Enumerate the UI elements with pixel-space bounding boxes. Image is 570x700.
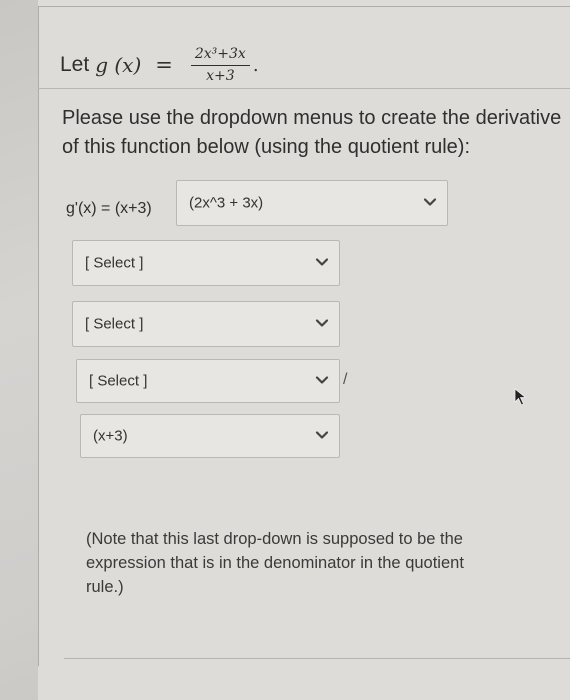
equation-fraction: 2x³+3x x+3 xyxy=(190,46,250,85)
numerator-dropdown[interactable]: (2x^3 + 3x) xyxy=(176,180,448,226)
dropdown-value: (x+3) xyxy=(93,427,128,445)
fraction-denominator: x+3 xyxy=(206,67,235,84)
term-dropdown-3[interactable]: [ Select ] xyxy=(76,359,340,403)
chevron-down-icon xyxy=(315,431,329,441)
mouse-pointer-icon xyxy=(514,388,530,411)
chevron-down-icon xyxy=(423,198,437,208)
panel-top-border xyxy=(38,6,570,7)
dropdown-value: [ Select ] xyxy=(85,315,144,333)
term-dropdown-1[interactable]: [ Select ] xyxy=(72,240,340,286)
equation-equals: = xyxy=(155,53,173,77)
division-slash: / xyxy=(343,371,348,388)
equation-function: g (x) xyxy=(95,53,142,77)
function-equation: Let g (x) = 2x³+3x x+3 . xyxy=(60,40,259,90)
derivative-label: g'(x) = (x+3) xyxy=(66,200,152,217)
instructions-line-1: Please use the dropdown menus to create … xyxy=(62,107,562,129)
dropdown-value: [ Select ] xyxy=(85,254,144,272)
note-text: (Note that this last drop-down is suppos… xyxy=(86,527,526,599)
denominator-dropdown[interactable]: (x+3) xyxy=(80,414,340,458)
instructions-text: Please use the dropdown menus to create … xyxy=(62,104,570,162)
dropdown-value: [ Select ] xyxy=(89,372,148,390)
note-line-1: (Note that this last drop-down is suppos… xyxy=(86,530,463,548)
panel-left-border xyxy=(38,6,39,666)
instructions-line-2: of this function below (using the quotie… xyxy=(62,136,471,158)
equation-prefix: Let xyxy=(60,53,90,76)
dropdown-value: (2x^3 + 3x) xyxy=(189,194,264,212)
fraction-numerator: 2x³+3x xyxy=(190,46,250,66)
note-line-3: rule.) xyxy=(86,578,124,596)
chevron-down-icon xyxy=(315,376,329,386)
equation-period: . xyxy=(252,55,259,76)
term-dropdown-2[interactable]: [ Select ] xyxy=(72,301,340,347)
panel-bottom-border xyxy=(64,658,570,659)
chevron-down-icon xyxy=(315,319,329,329)
note-line-2: expression that is in the denominator in… xyxy=(86,554,464,572)
chevron-down-icon xyxy=(315,258,329,268)
section-divider xyxy=(38,88,570,89)
